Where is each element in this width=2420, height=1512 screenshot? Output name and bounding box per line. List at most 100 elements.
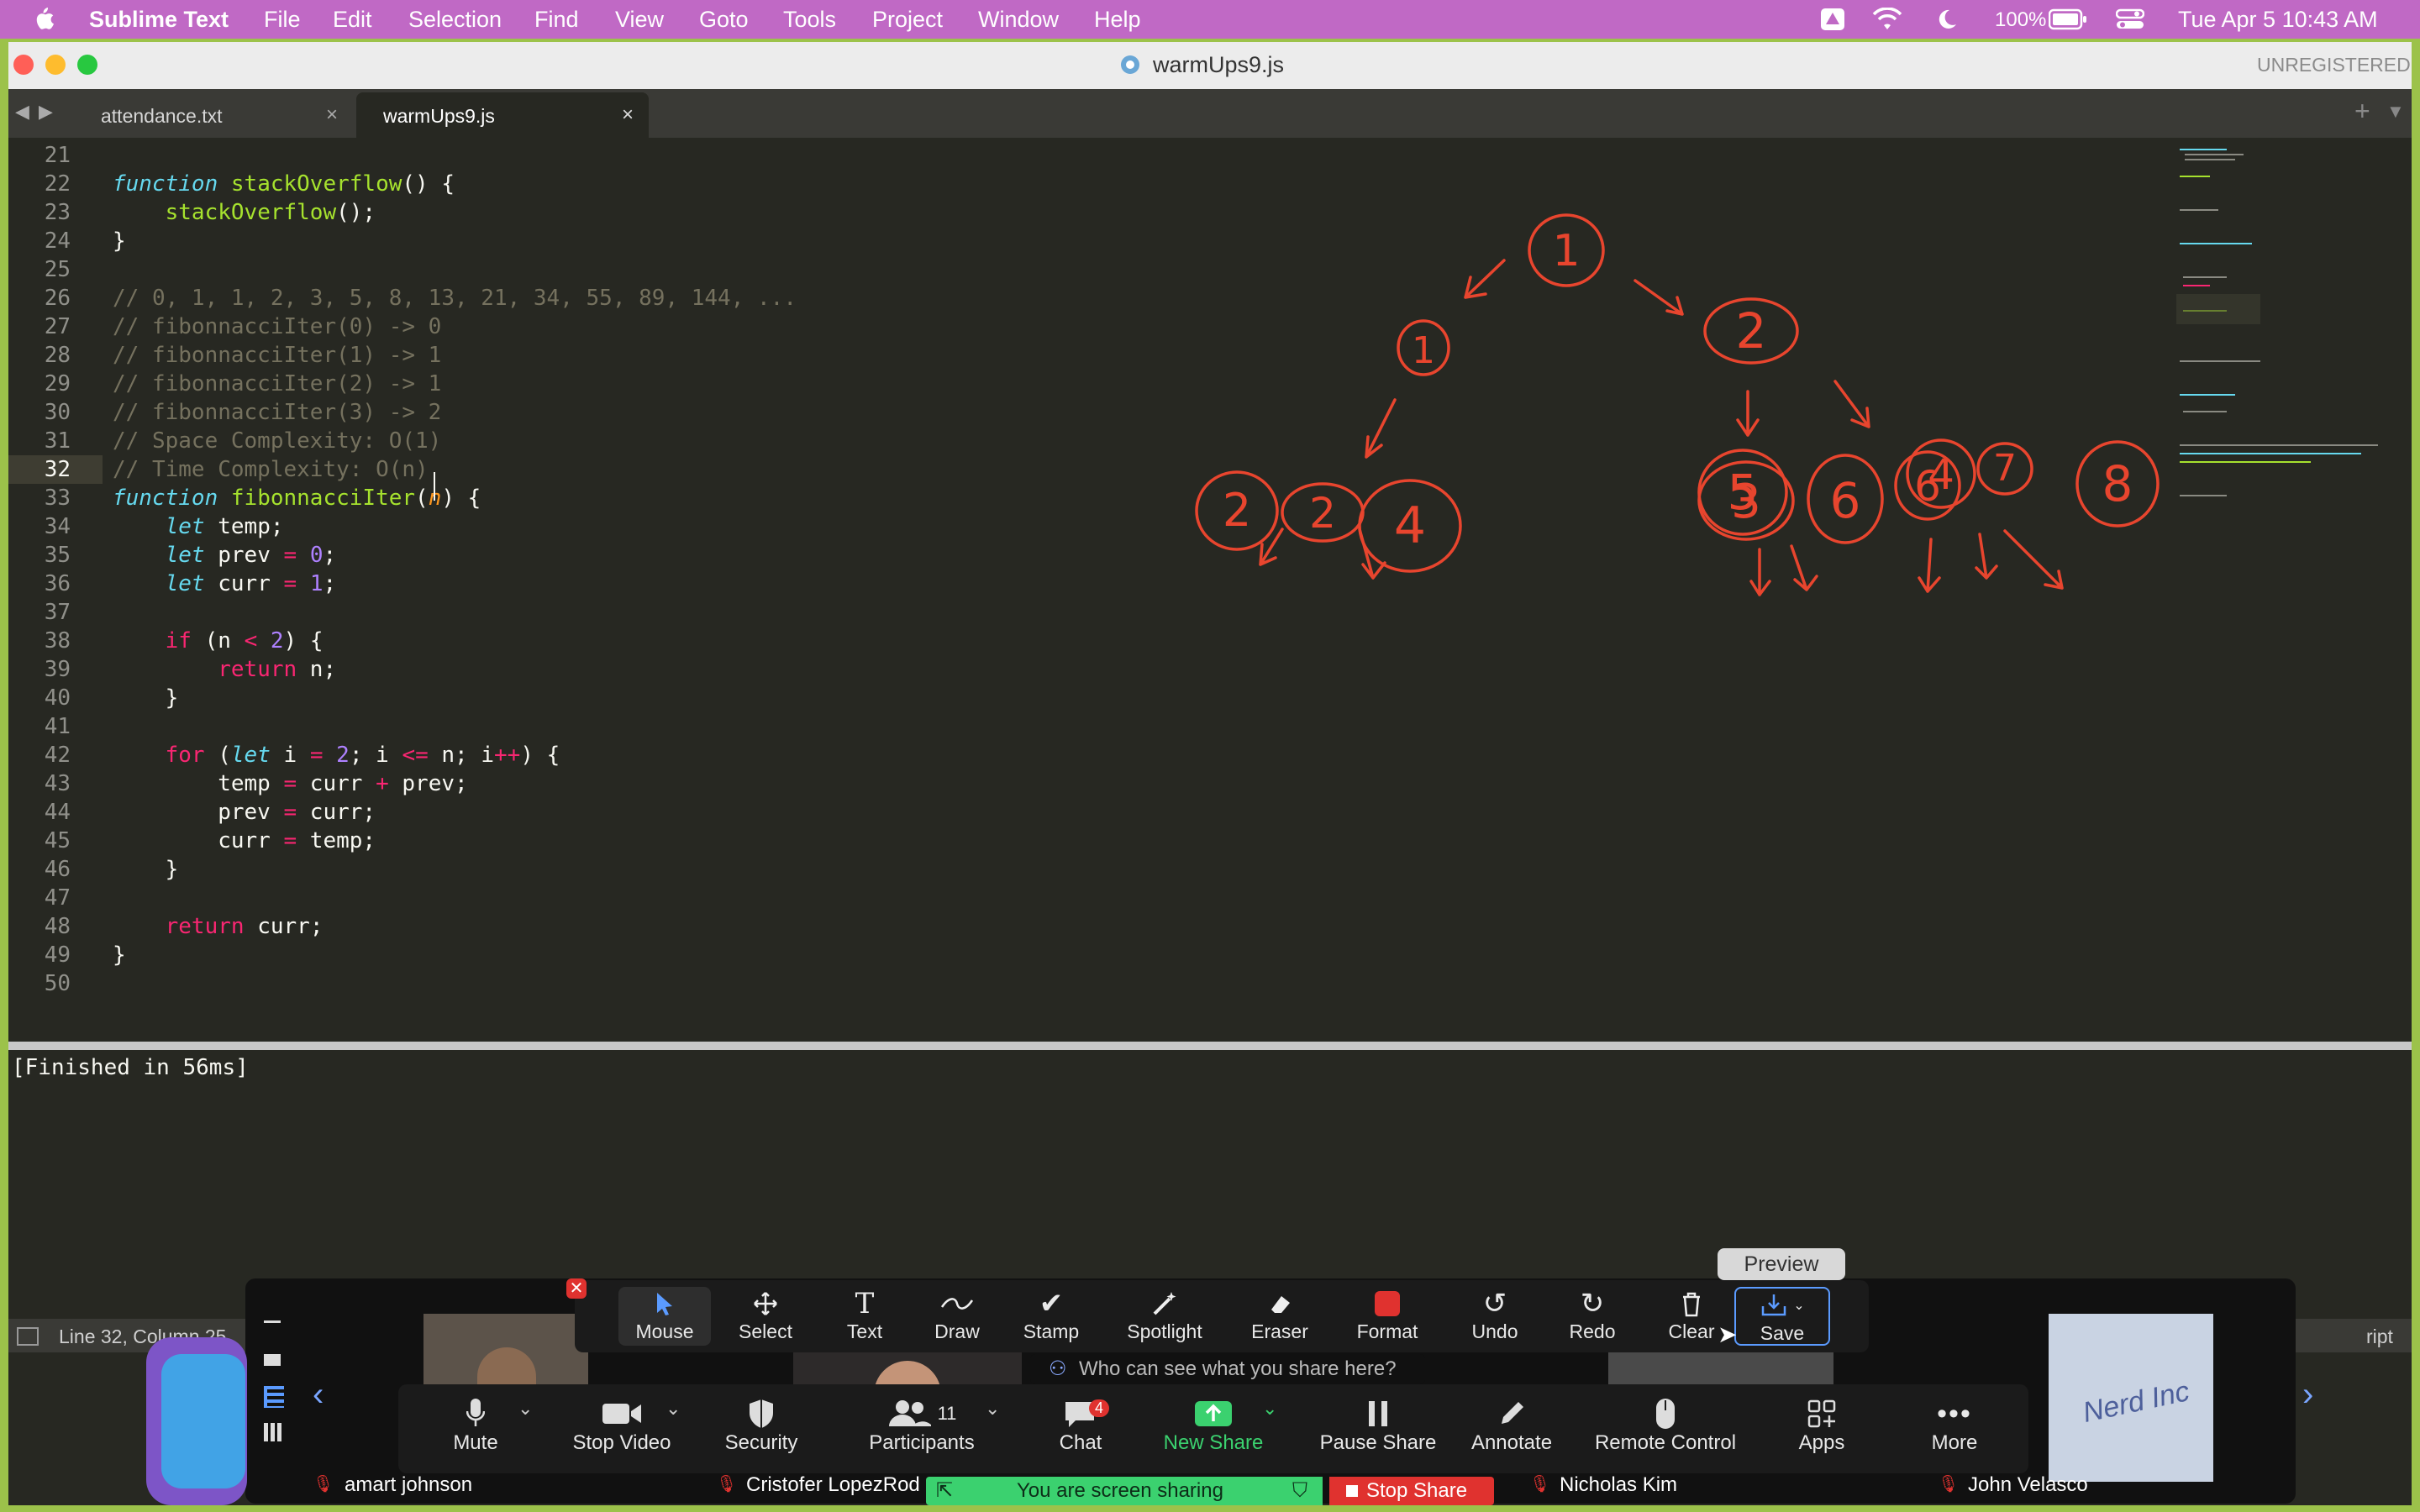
app-menu-sublime-text[interactable]: Sublime Text (89, 7, 229, 33)
line-number: 27 (44, 314, 71, 339)
more-button[interactable]: ••• More (1912, 1396, 1996, 1455)
google-drive-icon[interactable] (1820, 8, 1845, 31)
code-line[interactable]: if (n < 2) { (113, 628, 324, 654)
pause-share-button[interactable]: Pause Share (1311, 1396, 1445, 1455)
code-line[interactable]: temp = curr + prev; (113, 771, 467, 796)
next-page-chevron-icon[interactable]: › (2302, 1376, 2313, 1414)
annotate-button[interactable]: Annotate (1457, 1396, 1566, 1455)
code-line[interactable]: // 0, 1, 1, 2, 3, 5, 8, 13, 21, 34, 55, … (113, 286, 797, 311)
minimap[interactable] (2176, 143, 2386, 638)
code-line[interactable]: for (let i = 2; i <= n; i++) { (113, 743, 560, 768)
menu-find[interactable]: Find (534, 7, 579, 33)
security-button[interactable]: Security (711, 1396, 812, 1455)
code-line[interactable]: // fibonnacciIter(1) -> 1 (113, 343, 441, 368)
participants-options-chevron-icon[interactable]: ⌄ (985, 1398, 1000, 1420)
tool-save-button[interactable]: ⌄ Save (1734, 1287, 1830, 1346)
video-options-chevron-icon[interactable]: ⌄ (666, 1398, 681, 1420)
remote-control-button[interactable]: Remote Control (1581, 1396, 1749, 1455)
close-window-button[interactable] (13, 55, 34, 75)
code-line[interactable]: return n; (113, 657, 336, 682)
moon-icon[interactable] (1934, 8, 1958, 31)
code-line[interactable]: function stackOverflow() { (113, 171, 455, 197)
tool-mouse-button[interactable]: Mouse (618, 1287, 711, 1346)
code-line[interactable]: prev = curr; (113, 800, 376, 825)
new-share-button[interactable]: New Share (1155, 1396, 1272, 1455)
close-tab-icon[interactable]: × (326, 103, 338, 127)
code-line[interactable]: function fibonnacciIter(n) { (113, 486, 481, 511)
menu-selection[interactable]: Selection (408, 7, 502, 33)
menu-file[interactable]: File (264, 7, 301, 33)
tool-stamp-button[interactable]: ✔ Stamp (1005, 1287, 1097, 1343)
code-line[interactable]: } (113, 942, 126, 968)
code-line[interactable]: } (113, 857, 179, 882)
code-line[interactable]: // fibonnacciIter(2) -> 1 (113, 371, 441, 396)
menu-help[interactable]: Help (1094, 7, 1141, 33)
code-line[interactable]: curr = temp; (113, 828, 376, 853)
syntax-label[interactable]: ript (2366, 1326, 2393, 1348)
tab-warmups9[interactable]: warmUps9.js × (356, 92, 649, 138)
mute-button[interactable]: Mute (434, 1396, 518, 1455)
code-line[interactable]: // Time Complexity: O(n) (113, 457, 429, 482)
zoom-window-button[interactable] (77, 55, 97, 75)
menu-goto[interactable]: Goto (699, 7, 749, 33)
code-line[interactable]: // fibonnacciIter(0) -> 0 (113, 314, 441, 339)
share-options-chevron-icon[interactable]: ⌄ (1262, 1398, 1277, 1420)
participants-people-icon (888, 1400, 931, 1426)
finder-icon[interactable] (161, 1354, 245, 1488)
menu-view[interactable]: View (615, 7, 664, 33)
menubar-clock[interactable]: Tue Apr 5 10:43 AM (2178, 7, 2378, 33)
participant-video-tile[interactable]: Nerd Inc (2049, 1314, 2213, 1482)
menu-project[interactable]: Project (872, 7, 943, 33)
apple-logo-icon[interactable] (32, 5, 55, 32)
code-line[interactable]: let temp; (113, 514, 284, 539)
tab-list-chevron-icon[interactable]: ▼ (2386, 101, 2405, 123)
tab-back-icon[interactable]: ◀ (15, 101, 29, 123)
strip-view-icon[interactable] (264, 1386, 284, 1408)
menu-window[interactable]: Window (978, 7, 1059, 33)
tool-spotlight-button[interactable]: Spotlight (1106, 1287, 1223, 1343)
close-annotation-icon[interactable]: ✕ (566, 1278, 587, 1299)
tool-redo-button[interactable]: ↻ Redo (1546, 1287, 1639, 1343)
code-line[interactable]: let curr = 1; (113, 571, 337, 596)
tool-select-button[interactable]: Select (719, 1287, 812, 1343)
tab-attendance[interactable]: attendance.txt × (67, 92, 353, 138)
tool-format-button[interactable]: Format (1341, 1287, 1434, 1343)
battery-icon[interactable] (2049, 8, 2087, 30)
chat-button[interactable]: 4 Chat (1039, 1396, 1123, 1455)
tool-eraser-button[interactable]: Eraser (1234, 1287, 1326, 1343)
apps-button[interactable]: Apps (1780, 1396, 1864, 1455)
minimap-viewport[interactable] (2176, 294, 2260, 324)
minimize-window-button[interactable] (45, 55, 66, 75)
control-label: Apps (1798, 1431, 1845, 1454)
new-tab-icon[interactable]: + (2354, 96, 2370, 127)
minimize-strip-icon[interactable] (264, 1320, 281, 1323)
tool-draw-button[interactable]: Draw (911, 1287, 1003, 1343)
grid-view-icon[interactable] (264, 1423, 282, 1441)
single-view-icon[interactable] (264, 1354, 281, 1366)
tool-undo-button[interactable]: ↺ Undo (1449, 1287, 1541, 1343)
code-line[interactable]: // fibonnacciIter(3) -> 2 (113, 400, 441, 425)
code-line[interactable]: // Space Complexity: O(1) (113, 428, 441, 454)
tab-forward-icon[interactable]: ▶ (39, 101, 53, 123)
close-tab-icon[interactable]: × (622, 103, 634, 127)
panel-divider[interactable] (8, 1042, 2412, 1050)
tool-text-button[interactable]: T Text (818, 1287, 911, 1343)
code-line[interactable]: return curr; (113, 914, 324, 939)
menu-tools[interactable]: Tools (783, 7, 836, 33)
toggle-sidebar-icon[interactable] (17, 1327, 39, 1346)
stop-share-button[interactable]: Stop Share (1329, 1477, 1494, 1505)
share-privacy-prompt[interactable]: ⚇ Who can see what you share here? (1030, 1354, 1425, 1384)
menu-edit[interactable]: Edit (333, 7, 372, 33)
line-number: 50 (44, 971, 71, 996)
control-center-icon[interactable] (2116, 8, 2144, 30)
participants-button[interactable]: 11 Participants (859, 1396, 985, 1455)
control-label: Participants (869, 1431, 975, 1454)
mute-options-chevron-icon[interactable]: ⌄ (518, 1398, 533, 1420)
prev-page-chevron-icon[interactable]: ‹ (313, 1376, 324, 1414)
code-line[interactable]: } (113, 228, 126, 254)
magic-wand-icon (1153, 1292, 1176, 1315)
code-line[interactable]: } (113, 685, 179, 711)
code-line[interactable]: stackOverflow(); (113, 200, 376, 225)
wifi-icon[interactable] (1872, 8, 1902, 31)
code-line[interactable]: let prev = 0; (113, 543, 337, 568)
